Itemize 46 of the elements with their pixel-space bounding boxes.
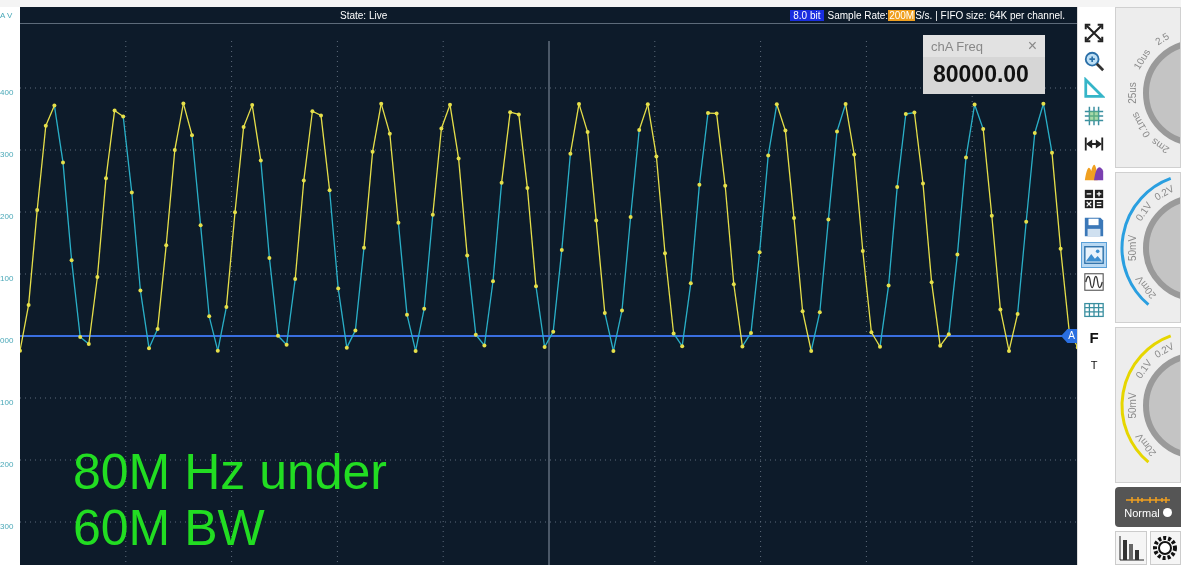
axis-tick-label: 200 [0, 212, 14, 221]
axis-tick-label: 300 [0, 522, 14, 531]
fullscreen-tool-button[interactable] [1082, 21, 1106, 45]
axis-unit: A V [0, 10, 14, 22]
annotation-text: 80M Hz under [73, 444, 388, 500]
zoom-icon [1083, 49, 1105, 72]
wave-icon [1083, 271, 1105, 294]
ruler-icon [1083, 77, 1105, 100]
measurement-title: chA Freq [931, 38, 983, 54]
trigger-mode: Normal [1124, 506, 1160, 519]
bit-depth-badge: 8.0 bit [790, 9, 824, 21]
sample-rate-label: Sample Rate: [827, 9, 889, 21]
state-label: State: Live [340, 9, 388, 21]
knob-scale-label: 2.5 [1153, 30, 1171, 48]
save-icon [1083, 215, 1105, 238]
knob-scale-label: 25us [1126, 82, 1138, 104]
axis-tick-label: 300 [0, 150, 14, 159]
image-tool-button[interactable] [1082, 242, 1106, 267]
knob-scale-label: 0.2V [1152, 182, 1176, 203]
channel-marker[interactable]: A [1061, 329, 1078, 343]
trigger-wave-icon [1126, 495, 1170, 504]
toolbar-letter-button[interactable]: T [1082, 353, 1106, 378]
axis-tick-label: 100 [0, 398, 14, 407]
grid-icon [1083, 105, 1105, 128]
knob-scale-label: 50mV [1126, 235, 1138, 262]
axis-tick-label: 200 [0, 460, 14, 469]
settings-button[interactable] [1149, 531, 1181, 565]
measurement-value: 80000.00 [932, 60, 1030, 89]
axis-tick-label: 000 [0, 336, 14, 345]
image-icon [1083, 243, 1105, 266]
axis-tick-label: 400 [0, 88, 14, 97]
chart-button[interactable] [1115, 531, 1147, 565]
bar-chart-icon [1117, 534, 1144, 562]
knob-scale-label: 50mV [1126, 392, 1138, 419]
axis-tick-label: 100 [0, 274, 14, 283]
fullscreen-icon [1083, 22, 1105, 44]
trigger-panel[interactable]: Normal [1115, 487, 1181, 527]
toolbar-letter-button[interactable]: F [1082, 325, 1106, 350]
radio-dot [1162, 508, 1172, 518]
fifo-info: S/s. | FIFO size: 64K per channel. [915, 9, 1066, 21]
calculator-icon [1083, 188, 1105, 211]
knob-scale-label: 2ms [1149, 136, 1172, 156]
knob-scale-label: 0.2V [1152, 340, 1176, 361]
sample-rate-value: 200M [888, 9, 916, 21]
settings-icon [1151, 534, 1180, 562]
annotation-text: 60M BW [73, 500, 266, 556]
